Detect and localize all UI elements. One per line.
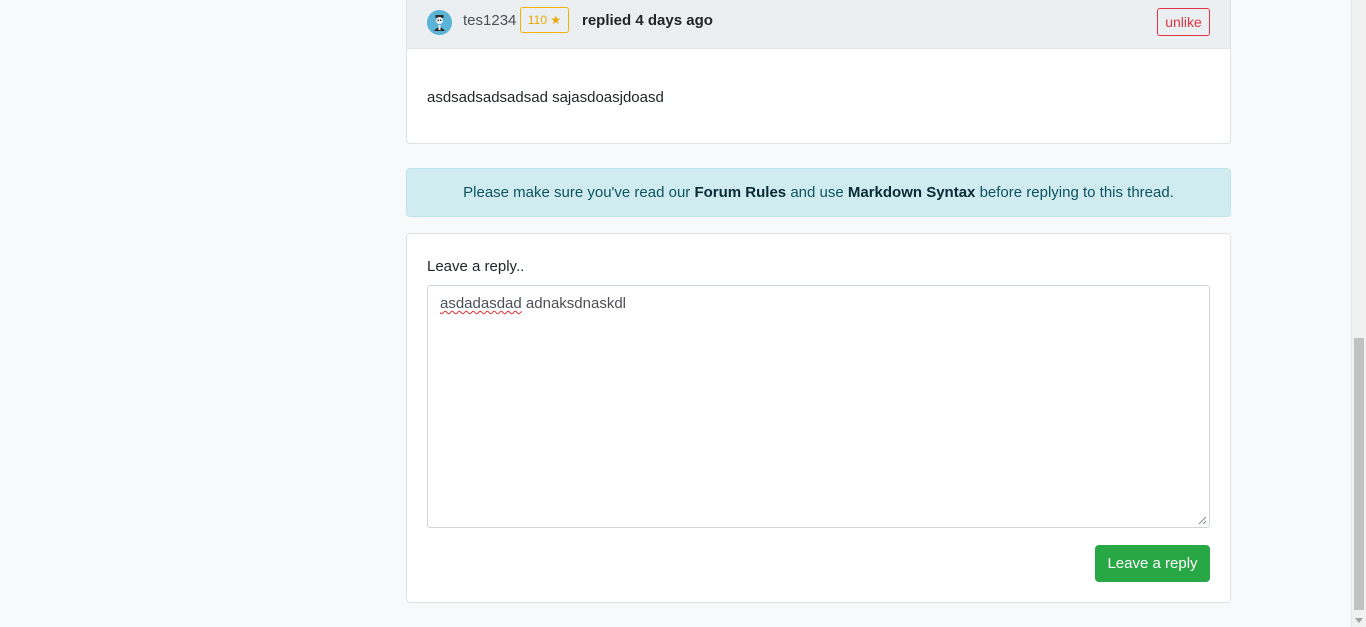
reply-card: tes1234 110 ★ replied 4 days ago unlike … [406, 0, 1231, 144]
replied-time: 4 days ago [635, 12, 713, 29]
scroll-down-arrow-icon[interactable] [1355, 618, 1363, 623]
alert-text-1: Please make sure you've read our [463, 184, 695, 201]
misspelled-word: asdadasdad [440, 295, 522, 312]
reply-textarea[interactable]: asdadasdad adnaksdnaskdl [427, 285, 1210, 528]
username[interactable]: tes1234 [463, 11, 516, 31]
leave-reply-button[interactable]: Leave a reply [1095, 545, 1210, 582]
page: tes1234 110 ★ replied 4 days ago unlike … [0, 0, 1366, 627]
reply-form-label: Leave a reply.. [427, 258, 525, 275]
reply-header: tes1234 110 ★ replied 4 days ago unlike [407, 0, 1230, 49]
forum-rules-alert: Please make sure you've read our Forum R… [406, 168, 1231, 217]
resize-handle-icon[interactable] [1197, 515, 1207, 525]
textarea-text: adnaksdnaskdl [521, 295, 626, 312]
user-avatar-icon[interactable] [427, 10, 452, 35]
forum-rules-link[interactable]: Forum Rules [694, 184, 786, 201]
reply-form-card: Leave a reply.. asdadasdad adnaksdnaskdl… [406, 233, 1231, 603]
alert-text-2: and use [786, 184, 848, 201]
alert-text-3: before replying to this thread. [975, 184, 1174, 201]
reply-body-text: asdsadsadsadsad sajasdoasjdoasd [427, 89, 664, 106]
reputation-badge: 110 ★ [520, 7, 569, 33]
page-scrollbar[interactable] [1351, 0, 1366, 627]
unlike-button[interactable]: unlike [1157, 8, 1210, 36]
markdown-syntax-link[interactable]: Markdown Syntax [848, 184, 976, 201]
reply-timestamp: replied 4 days ago [582, 11, 713, 31]
replied-prefix: replied [582, 12, 632, 29]
scrollbar-thumb[interactable] [1354, 338, 1364, 610]
